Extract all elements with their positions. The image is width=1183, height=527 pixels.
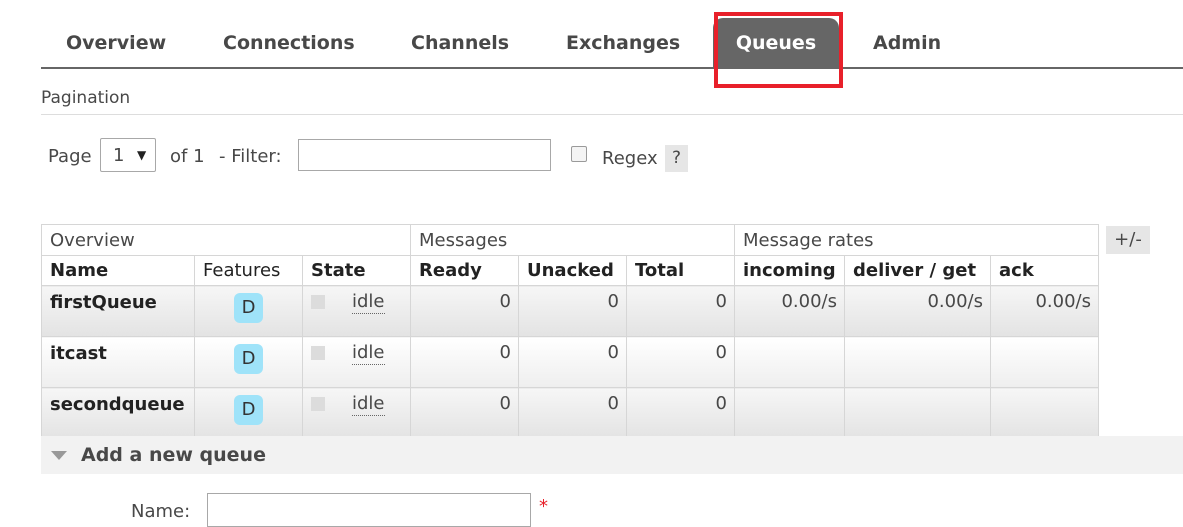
regex-help-button[interactable]: ?	[665, 145, 688, 172]
column-header-unacked[interactable]: Unacked	[518, 255, 627, 286]
table-row: secondqueue D idle 0 0 0	[41, 387, 1099, 439]
state-cell: idle	[302, 336, 411, 388]
ack-rate	[990, 336, 1099, 388]
unacked-value: 0	[518, 336, 627, 388]
page-count-label: of 1	[170, 146, 205, 167]
page-select-value: 1	[113, 145, 125, 166]
tab-admin[interactable]: Admin	[873, 18, 941, 67]
queue-name-link[interactable]: firstQueue	[41, 285, 195, 337]
pagination-heading: Pagination	[41, 88, 1183, 115]
regex-checkbox[interactable]	[571, 146, 587, 162]
state-indicator-icon	[311, 346, 325, 360]
column-header-incoming[interactable]: incoming	[734, 255, 845, 286]
state-text: idle	[352, 393, 385, 416]
ready-value: 0	[410, 336, 519, 388]
incoming-rate: 0.00/s	[734, 285, 845, 337]
table-group-header-row: Overview Messages Message rates	[41, 224, 1099, 256]
table-column-header-row: Name Features State Ready Unacked Total …	[41, 255, 1099, 286]
group-header-message-rates: Message rates	[734, 224, 1099, 256]
deliver-get-rate	[844, 387, 991, 439]
state-indicator-icon	[311, 295, 325, 309]
column-header-state[interactable]: State	[302, 255, 411, 286]
required-asterisk: *	[539, 496, 548, 517]
ack-rate: 0.00/s	[990, 285, 1099, 337]
tab-channels[interactable]: Channels	[411, 18, 509, 67]
page-label: Page	[48, 146, 92, 167]
state-text: idle	[352, 291, 385, 314]
column-header-name[interactable]: Name	[41, 255, 195, 286]
incoming-rate	[734, 387, 845, 439]
state-text: idle	[352, 342, 385, 365]
total-value: 0	[626, 336, 735, 388]
total-value: 0	[626, 285, 735, 337]
group-header-messages: Messages	[410, 224, 735, 256]
unacked-value: 0	[518, 387, 627, 439]
deliver-get-rate: 0.00/s	[844, 285, 991, 337]
column-header-ready[interactable]: Ready	[410, 255, 519, 286]
collapse-triangle-icon	[51, 451, 67, 460]
table-row: firstQueue D idle 0 0 0 0.00/s 0.00/s 0.…	[41, 285, 1099, 337]
column-header-deliver-get[interactable]: deliver / get	[844, 255, 991, 286]
queue-name-link[interactable]: itcast	[41, 336, 195, 388]
total-value: 0	[626, 387, 735, 439]
page-select[interactable]: 1 ▼	[100, 138, 156, 172]
tab-exchanges[interactable]: Exchanges	[566, 18, 680, 67]
tab-connections[interactable]: Connections	[223, 18, 355, 67]
incoming-rate	[734, 336, 845, 388]
add-queue-title: Add a new queue	[81, 444, 266, 466]
queue-name-input[interactable]	[207, 493, 531, 527]
ack-rate	[990, 387, 1099, 439]
features-cell: D	[194, 336, 303, 388]
column-header-features: Features	[194, 255, 303, 286]
column-header-total[interactable]: Total	[626, 255, 735, 286]
queues-tab-highlight-box	[714, 12, 843, 88]
durable-badge: D	[234, 395, 263, 425]
queues-table: Overview Messages Message rates Name Fea…	[41, 224, 1099, 439]
durable-badge: D	[234, 293, 263, 323]
group-header-overview: Overview	[41, 224, 411, 256]
unacked-value: 0	[518, 285, 627, 337]
filter-input[interactable]	[298, 139, 551, 171]
chevron-down-icon: ▼	[137, 148, 147, 162]
column-toggle-button[interactable]: +/-	[1106, 226, 1150, 254]
regex-label: Regex	[602, 148, 658, 169]
table-row: itcast D idle 0 0 0	[41, 336, 1099, 388]
main-nav-tabs: Overview Connections Channels Exchanges …	[41, 0, 1183, 69]
queue-name-link[interactable]: secondqueue	[41, 387, 195, 439]
ready-value: 0	[410, 285, 519, 337]
features-cell: D	[194, 285, 303, 337]
features-cell: D	[194, 387, 303, 439]
state-cell: idle	[302, 285, 411, 337]
deliver-get-rate	[844, 336, 991, 388]
tab-overview[interactable]: Overview	[66, 18, 166, 67]
add-queue-section-toggle[interactable]: Add a new queue	[41, 436, 1183, 474]
ready-value: 0	[410, 387, 519, 439]
column-header-ack[interactable]: ack	[990, 255, 1099, 286]
filter-label: - Filter:	[219, 146, 282, 167]
state-indicator-icon	[311, 397, 325, 411]
state-cell: idle	[302, 387, 411, 439]
durable-badge: D	[234, 344, 263, 374]
